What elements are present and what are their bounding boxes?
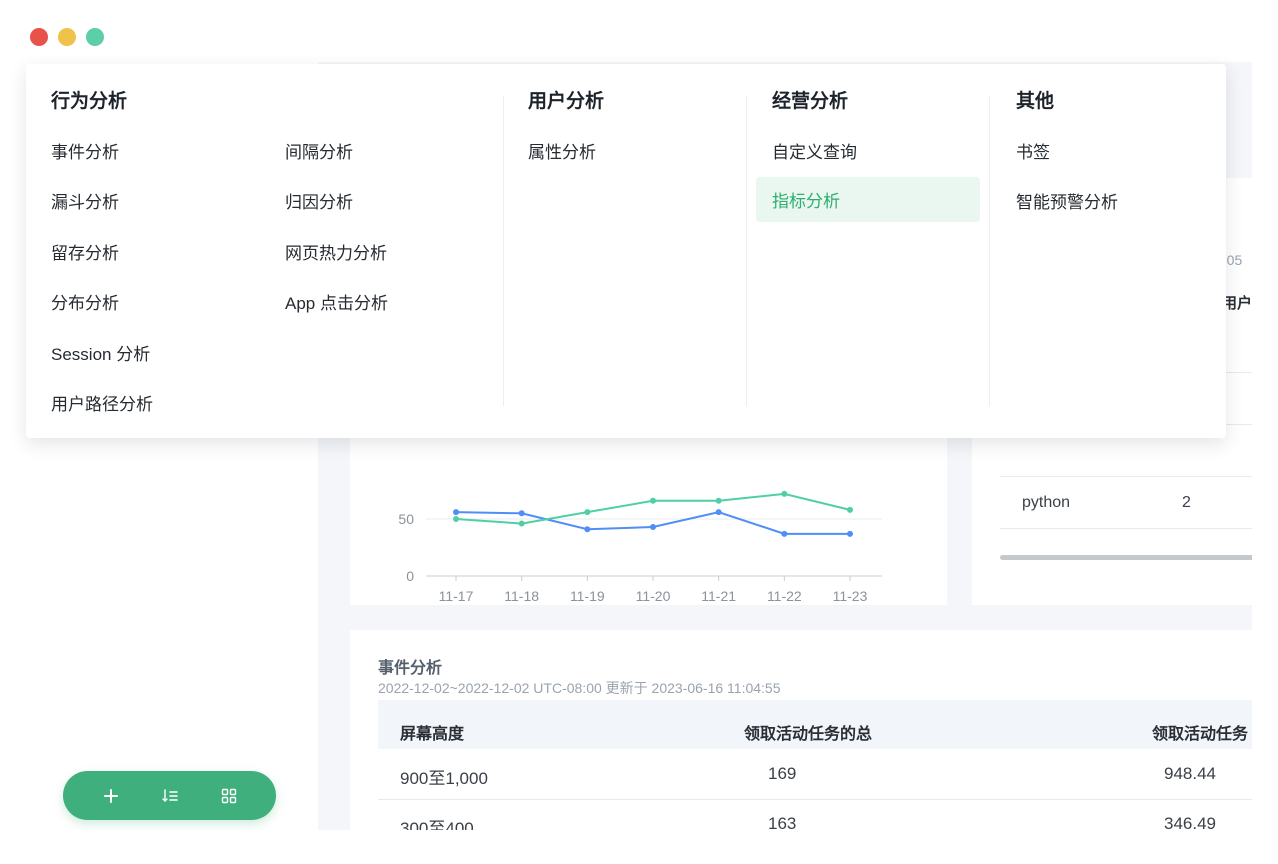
data-point — [715, 497, 722, 504]
menu-item[interactable]: 网页热力分析 — [285, 239, 387, 264]
x-tick-label: 11-23 — [833, 588, 868, 604]
x-tick-label: 11-17 — [439, 588, 474, 604]
data-point — [584, 509, 591, 516]
column-header[interactable]: 领取活动任务 — [1152, 720, 1248, 744]
table-cell: 900至1,000 — [400, 769, 488, 788]
y-tick-label: 0 — [406, 568, 414, 584]
menu-item[interactable]: Session 分析 — [51, 340, 150, 365]
menu-heading-behavior: 行为分析 — [51, 91, 128, 112]
data-point — [584, 526, 591, 533]
maximize-window-button[interactable] — [86, 28, 104, 46]
layout-button[interactable] — [209, 776, 249, 816]
plus-icon — [103, 788, 118, 803]
data-point — [650, 497, 656, 504]
x-tick-label: 11-21 — [701, 588, 736, 604]
column-header[interactable]: 领取活动任务的总 — [744, 720, 872, 744]
data-point — [781, 530, 788, 537]
y-tick-label: 50 — [398, 511, 414, 527]
right-card-column-header: 用户 — [1222, 295, 1252, 312]
menu-item[interactable]: 智能预警分析 — [1016, 188, 1118, 213]
grid-icon — [221, 788, 236, 803]
card-subtitle: 2022-12-02~2022-12-02 UTC-08:00 更新于 2023… — [378, 680, 781, 696]
data-point — [847, 530, 853, 537]
table-cell: python — [1022, 494, 1071, 511]
event-analysis-card: 事件分析 2022-12-02~2022-12-02 UTC-08:00 更新于… — [350, 630, 1252, 830]
close-window-button[interactable] — [30, 28, 48, 46]
menu-divider — [746, 96, 747, 406]
data-point — [453, 516, 459, 522]
row-divider — [1000, 476, 1252, 477]
menu-item-active[interactable]: 指标分析 — [756, 177, 980, 222]
menu-heading-user: 用户分析 — [528, 91, 605, 112]
menu-item[interactable]: 用户路径分析 — [51, 390, 153, 415]
window-controls — [30, 28, 104, 46]
menu-item[interactable]: 属性分析 — [528, 138, 596, 163]
x-tick-label: 11-18 — [504, 588, 539, 604]
card-title: 事件分析 — [378, 660, 443, 677]
x-tick-label: 11-19 — [570, 588, 605, 604]
sort-button[interactable] — [150, 776, 190, 816]
menu-item[interactable]: App 点击分析 — [285, 289, 388, 314]
analysis-menu: 行为分析 事件分析 漏斗分析 留存分析 分布分析 Session 分析 用户路径… — [26, 64, 1226, 438]
menu-item[interactable]: 归因分析 — [285, 188, 353, 213]
menu-item[interactable]: 间隔分析 — [285, 138, 353, 163]
data-point — [715, 509, 722, 516]
table-cell: 163 — [768, 814, 797, 830]
data-point — [453, 509, 459, 516]
menu-item[interactable]: 事件分析 — [51, 138, 119, 163]
x-tick-label: 11-20 — [636, 588, 671, 604]
menu-item[interactable]: 分布分析 — [51, 289, 119, 314]
table-cell: 300至400 — [400, 819, 474, 830]
data-point — [781, 490, 788, 497]
table-cell: 948.44 — [1164, 764, 1216, 783]
data-point — [847, 506, 853, 513]
menu-item[interactable]: 留存分析 — [51, 239, 119, 264]
menu-item[interactable]: 书签 — [1016, 138, 1050, 163]
action-pill — [63, 771, 276, 820]
table-cell: 2 — [1182, 494, 1191, 511]
x-tick-label: 11-22 — [767, 588, 802, 604]
menu-item[interactable]: 自定义查询 — [772, 138, 857, 163]
data-point — [518, 510, 525, 517]
row-divider — [1000, 528, 1252, 529]
data-point — [518, 520, 525, 527]
column-header[interactable]: 屏幕高度 — [400, 720, 464, 744]
menu-divider — [503, 96, 504, 406]
data-point — [650, 523, 656, 530]
minimize-window-button[interactable] — [58, 28, 76, 46]
horizontal-scrollbar[interactable] — [1000, 555, 1252, 560]
menu-heading-business: 经营分析 — [772, 91, 849, 112]
menu-divider — [989, 96, 990, 406]
row-divider — [378, 799, 1252, 800]
table-cell: 346.49 — [1164, 814, 1216, 830]
menu-heading-other: 其他 — [1016, 91, 1055, 112]
menu-item[interactable]: 漏斗分析 — [51, 188, 119, 213]
add-button[interactable] — [91, 776, 131, 816]
sort-list-icon — [161, 788, 178, 802]
table-cell: 169 — [768, 764, 797, 783]
